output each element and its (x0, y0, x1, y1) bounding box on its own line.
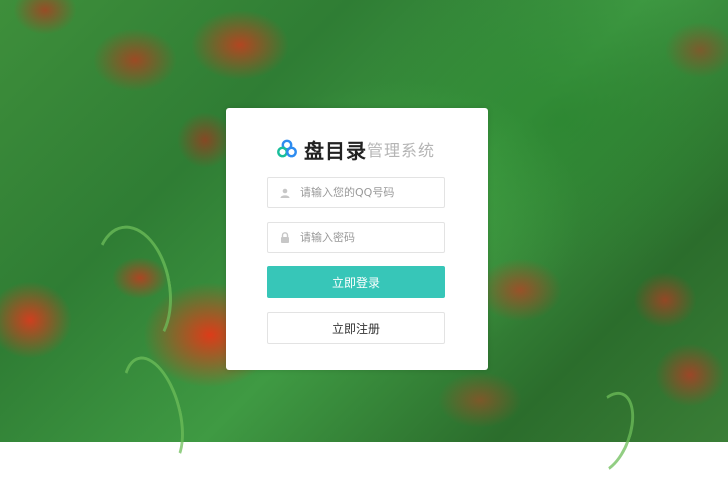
logo-icon (277, 139, 297, 158)
logo-row: 盘目录 管理系统 (276, 134, 435, 164)
qq-field[interactable] (267, 177, 445, 208)
password-field[interactable] (267, 222, 445, 253)
brand-name: 盘目录 (304, 138, 367, 163)
qq-input[interactable] (300, 186, 440, 199)
password-input[interactable] (300, 231, 440, 244)
lock-icon (278, 231, 292, 245)
register-button[interactable]: 立即注册 (267, 312, 445, 344)
login-card: 盘目录 管理系统 立即登录 立即注册 (226, 108, 488, 370)
brand-subtitle: 管理系统 (367, 141, 436, 160)
user-icon (278, 186, 292, 200)
login-button[interactable]: 立即登录 (267, 266, 445, 298)
